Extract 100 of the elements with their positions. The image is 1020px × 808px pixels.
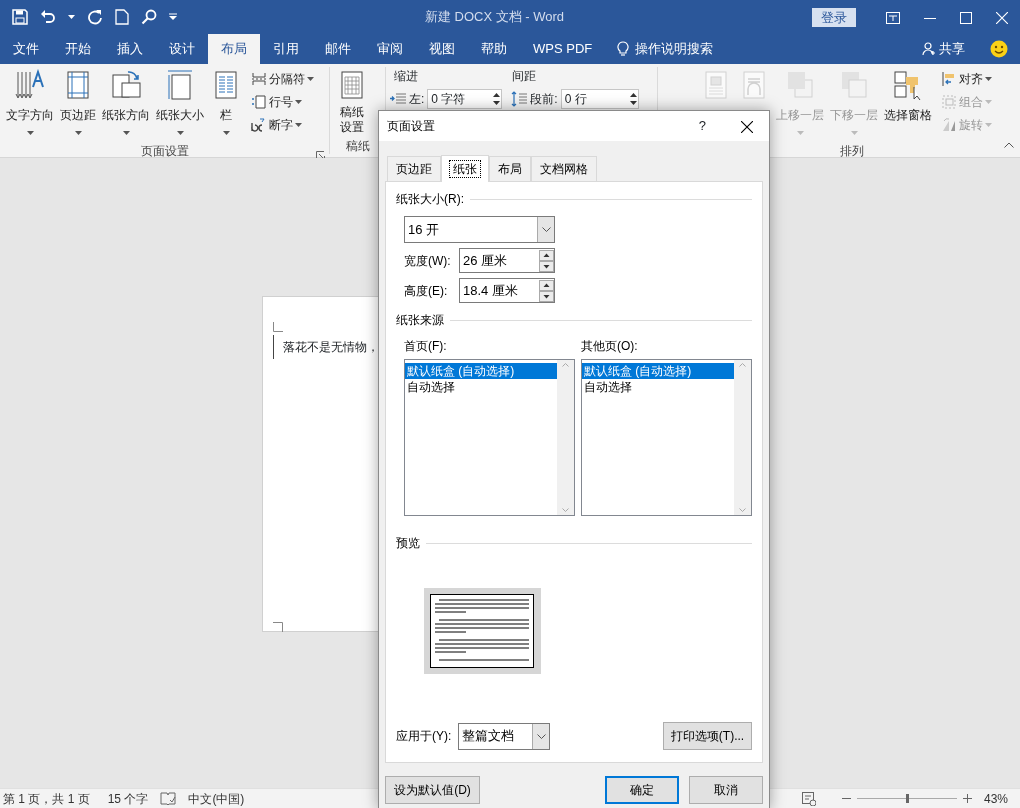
rotate-icon (941, 116, 957, 133)
new-document-icon[interactable] (115, 9, 129, 25)
focus-mode-icon[interactable] (801, 791, 816, 806)
hyphenation-icon (251, 116, 267, 133)
list-option[interactable]: 自动选择 (405, 379, 557, 395)
ribbon-button[interactable]: 行号 (249, 90, 316, 113)
search-icon[interactable] (141, 9, 157, 25)
zoom-slider-thumb[interactable] (905, 794, 909, 803)
ribbon-tab[interactable]: 插入 (104, 34, 156, 64)
help-button[interactable]: ? (697, 115, 707, 137)
smiley-icon[interactable] (990, 40, 1008, 59)
set-default-button[interactable]: 设为默认值(D) (385, 776, 480, 804)
dialog-launcher-icon[interactable] (316, 151, 325, 161)
proofing-icon[interactable] (160, 791, 177, 806)
number-field[interactable]: 18.4 厘米 (459, 278, 555, 303)
list-option[interactable]: 自动选择 (582, 379, 734, 395)
ribbon-button[interactable]: 文字方向 (4, 67, 56, 142)
zoom-in-icon[interactable] (962, 794, 972, 803)
tray-list[interactable]: 默认纸盒 (自动选择) 自动选择 (404, 359, 575, 516)
sign-in-button[interactable]: 登录 (812, 7, 856, 27)
number-field[interactable]: 26 厘米 (459, 248, 555, 273)
ribbon-button[interactable]: 页边距 (58, 67, 98, 142)
save-icon[interactable] (12, 9, 28, 25)
indent-left-icon (390, 92, 406, 106)
maximize-icon[interactable] (960, 11, 972, 24)
ribbon-tab[interactable]: 开始 (52, 34, 104, 64)
paper-size-dropdown[interactable]: 16 开 (404, 216, 555, 243)
section-heading: 预览 (396, 535, 420, 552)
ok-button[interactable]: 确定 (605, 776, 679, 804)
redo-icon[interactable] (87, 9, 103, 25)
ribbon-button[interactable]: 分隔符 (249, 67, 316, 90)
ribbon-tab[interactable]: 引用 (260, 34, 312, 64)
spin-field[interactable]: 0 行 (560, 89, 639, 109)
ribbon-display-icon[interactable] (886, 11, 900, 24)
list-option[interactable]: 默认纸盒 (自动选择) (405, 363, 557, 379)
group-label: 页面设置 (140, 144, 189, 158)
ribbon-tab[interactable]: 帮助 (468, 34, 520, 64)
align-icon (941, 70, 957, 87)
spin-arrows-icon (628, 92, 638, 106)
field-label: 高度(E): (404, 282, 449, 300)
ribbon-tab[interactable]: 布局 (208, 34, 260, 64)
ribbon-button[interactable]: 断字 (249, 113, 316, 136)
caret-icon (68, 15, 75, 19)
spacing-before-icon (511, 91, 528, 107)
orientation-icon (110, 69, 142, 101)
dialog-tab[interactable]: 页边距 (387, 156, 441, 181)
language-indicator[interactable]: 中文(中国) (188, 789, 245, 808)
document-text: 落花不是无情物， (283, 339, 379, 356)
dialog-tab[interactable]: 文档网格 (531, 156, 597, 181)
section-heading: 纸张来源 (396, 312, 444, 329)
collapse-ribbon-icon[interactable] (1004, 141, 1014, 148)
apply-to-dropdown[interactable]: 整篇文档 (458, 722, 550, 750)
spin-field[interactable]: 0 字符 (427, 89, 503, 109)
field-label: 宽度(W): (404, 252, 452, 270)
person-icon (922, 42, 936, 56)
spin-buttons-icon[interactable] (539, 249, 554, 272)
ribbon-tab[interactable]: 视图 (416, 34, 468, 64)
spin-arrows-icon (492, 92, 502, 106)
field-label: 左: (409, 91, 425, 108)
chevron-down-icon (536, 733, 546, 739)
margin-mark-icon (273, 621, 283, 632)
tray-list[interactable]: 默认纸盒 (自动选择) 自动选择 (581, 359, 752, 516)
section-heading: 纸张大小(R): (396, 191, 464, 208)
field-label: 段前: (530, 91, 558, 108)
section-heading: 间距 (512, 68, 536, 85)
ribbon-button[interactable]: 纸张方向 (100, 67, 152, 142)
undo-icon[interactable] (40, 9, 56, 25)
ribbon-tab[interactable]: 审阅 (364, 34, 416, 64)
cancel-button[interactable]: 取消 (689, 776, 763, 804)
list-option[interactable]: 默认纸盒 (自动选择) (582, 363, 734, 379)
word-count[interactable]: 15 个字 (107, 789, 149, 808)
dialog-title: 页面设置 (387, 118, 436, 135)
breaks-icon (251, 70, 267, 87)
dialog-tab[interactable]: 纸张 (441, 155, 489, 182)
spin-buttons-icon[interactable] (539, 279, 554, 302)
zoom-level[interactable]: 43% (983, 789, 1008, 808)
ribbon-button[interactable]: 栏 (208, 67, 244, 142)
ribbon-tab[interactable]: 文件 (0, 34, 52, 64)
ribbon-button[interactable]: 选择窗格 (882, 67, 934, 125)
field-label: 首页(F): (404, 338, 448, 355)
ribbon-tab[interactable]: 邮件 (312, 34, 364, 64)
group-icon (941, 93, 957, 110)
ribbon-button[interactable]: 纸张大小 (154, 67, 206, 142)
page-count[interactable]: 第 1 页，共 1 页 (0, 789, 90, 808)
ribbon-button[interactable]: 对齐 (939, 67, 994, 90)
ribbon-button[interactable]: 稿纸设置 (334, 67, 370, 137)
chevron-down-icon (541, 227, 551, 232)
share-button[interactable]: 共享 (909, 34, 978, 64)
ribbon-tab[interactable]: 设计 (156, 34, 208, 64)
group-label: 稿纸 (345, 139, 370, 153)
window-title: 新建 DOCX 文档 - Word (424, 9, 565, 25)
field-label: 应用于(Y): (396, 728, 453, 745)
tell-me-search[interactable]: 操作说明搜索 (635, 39, 714, 59)
dialog-tab[interactable]: 布局 (489, 156, 531, 181)
customize-icon[interactable] (169, 13, 177, 21)
print-options-button[interactable]: 打印选项(T)... (663, 722, 752, 750)
close-icon[interactable] (741, 120, 753, 133)
group-label: 排列 (840, 144, 864, 158)
ribbon-tab[interactable]: WPS PDF (520, 34, 606, 64)
line-numbers-icon (251, 93, 267, 110)
